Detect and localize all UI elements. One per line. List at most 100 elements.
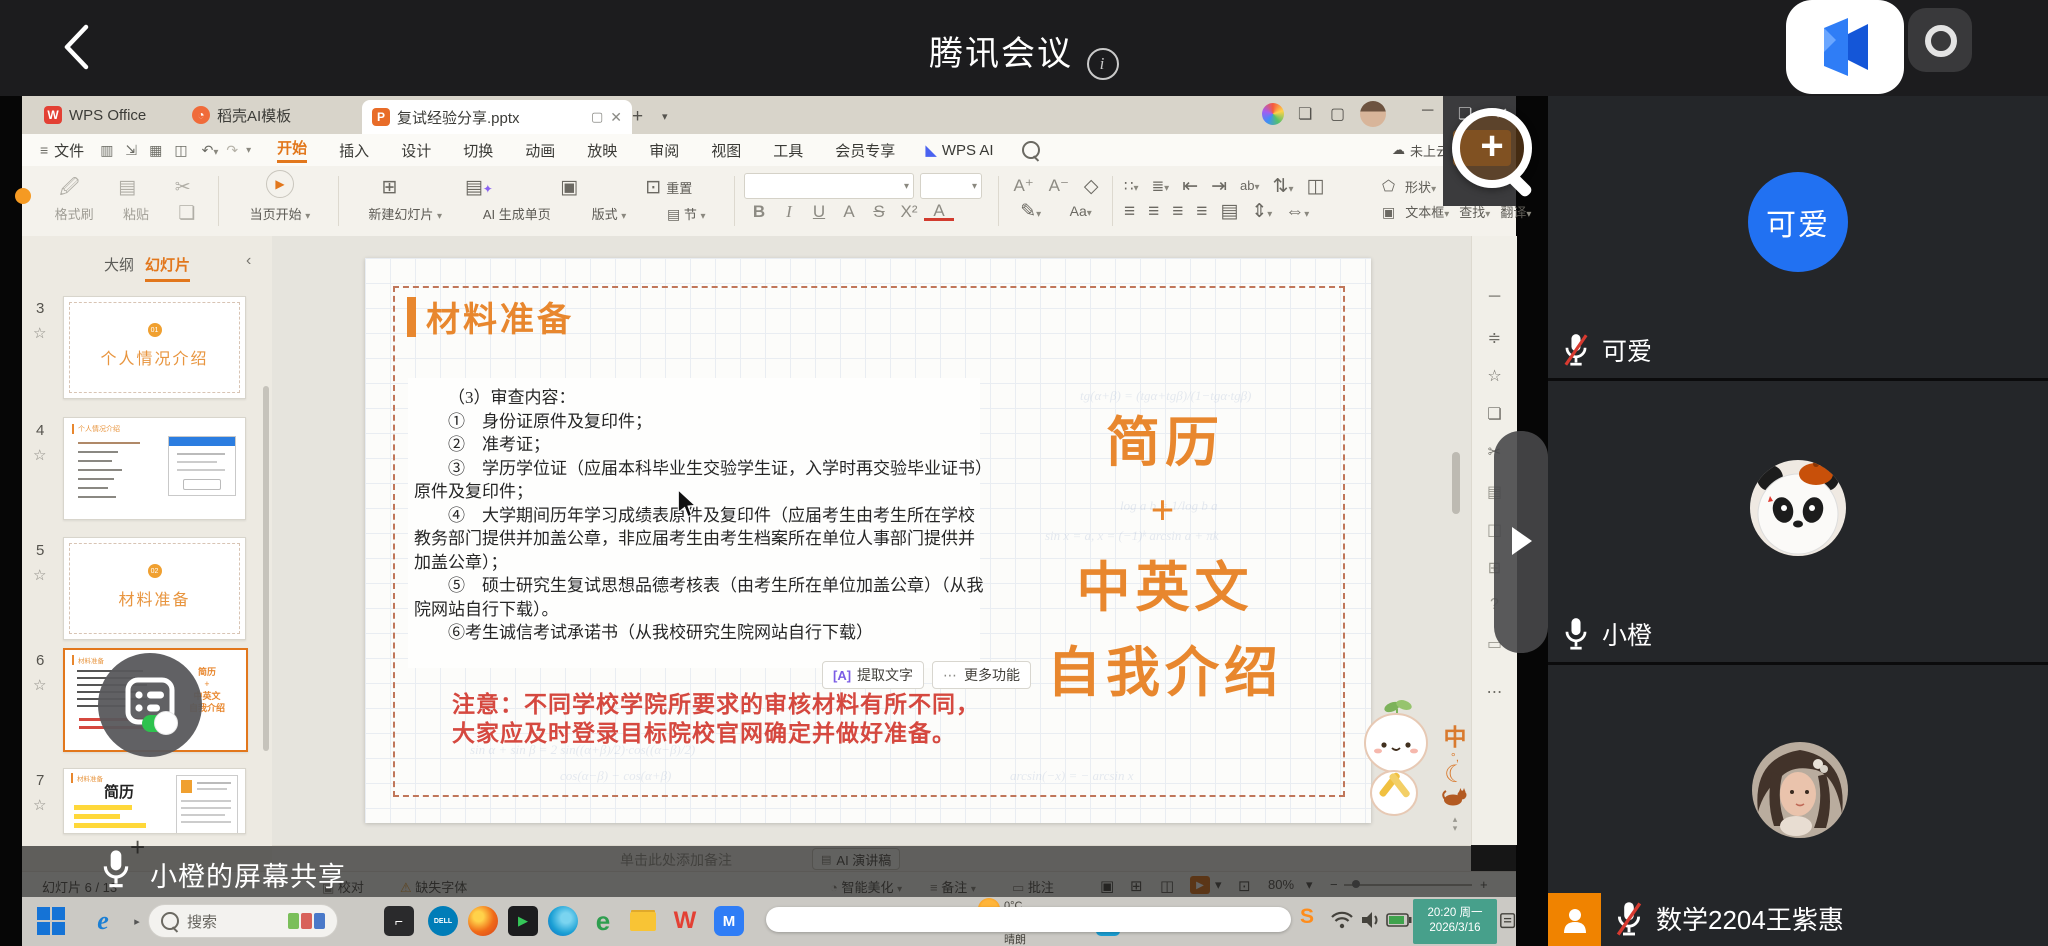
tab-slides[interactable]: 幻灯片 (145, 254, 190, 282)
superscript-button[interactable]: X² (894, 202, 924, 222)
align-left-icon[interactable]: ≡ (1124, 202, 1135, 221)
columns-icon[interactable]: ◫ (1306, 177, 1324, 196)
cut-icon[interactable]: ✂ (175, 178, 191, 197)
video-app-icon[interactable]: ▶ (508, 906, 538, 936)
minimize-icon[interactable]: ─ (1422, 102, 1433, 120)
outdent-icon[interactable]: ⇤ (1182, 177, 1198, 196)
tab-outline[interactable]: 大纲 (104, 254, 134, 275)
app-icon-l[interactable]: ⌐ (384, 906, 414, 936)
thumb-star-icon[interactable]: ☆ (33, 676, 46, 694)
font-decrease-button[interactable]: A⁻ (1049, 176, 1069, 196)
highlight-icon[interactable]: ✎▾ (1020, 202, 1041, 221)
adjust-icon[interactable]: ≑ (1472, 328, 1517, 348)
indent-icon[interactable]: ⇥ (1211, 177, 1227, 196)
explorer-icon[interactable] (628, 906, 658, 936)
menu-animation[interactable]: 动画 (525, 140, 555, 161)
section-label[interactable]: ▤ 节 ▾ (667, 204, 706, 223)
star-icon[interactable]: ☆ (1472, 366, 1517, 386)
wps-taskbar-icon[interactable]: W (670, 906, 700, 936)
para-spacing-icon[interactable]: ⇔▾ (1285, 202, 1309, 221)
panel-expand-handle[interactable] (1494, 431, 1548, 653)
participant-avatar-xiaocheng[interactable] (1750, 460, 1846, 556)
layout-icon[interactable]: ▣ (560, 178, 578, 197)
battery-icon[interactable] (1386, 912, 1412, 928)
clear-format-icon[interactable]: ◇ (1084, 177, 1099, 196)
thumbnail-slide-5[interactable]: 02 材料准备 (63, 537, 246, 640)
meeting-control-pill[interactable] (766, 907, 1291, 932)
cloud-status[interactable]: ☁未上云 (1392, 141, 1449, 160)
play-current-group[interactable]: ▶ 当页开始 ▾ (228, 170, 332, 232)
more-functions-button[interactable]: ⋯ 更多功能 (932, 661, 1031, 689)
reset-icon[interactable]: ⊡ (645, 178, 661, 197)
present-icon[interactable]: ▢ (591, 109, 603, 125)
menu-design[interactable]: 设计 (401, 140, 431, 161)
font-size-select[interactable]: ▾ (920, 173, 982, 199)
export-icon[interactable]: ⇲ (125, 142, 137, 159)
thumbnail-slide-7[interactable]: 材料准备 简历 (63, 768, 246, 834)
cube-icon[interactable]: ▢ (1330, 104, 1345, 124)
thumb-star-icon[interactable]: ☆ (33, 446, 46, 464)
start-button[interactable] (36, 906, 66, 936)
ai-generate-label[interactable]: AI 生成单页 (483, 204, 551, 223)
share-float-control[interactable] (98, 653, 202, 757)
justify-icon[interactable]: ≡ (1196, 202, 1207, 221)
panel-scrollbar[interactable] (263, 386, 269, 751)
search-icon[interactable] (1022, 141, 1040, 159)
save-icon[interactable]: ▥ (100, 142, 113, 159)
dell-icon[interactable]: DELL (428, 906, 458, 936)
slide-scrollbar[interactable] (1452, 452, 1460, 514)
layout-label[interactable]: 版式 ▾ (592, 204, 627, 223)
font-increase-button[interactable]: A⁺ (1013, 176, 1033, 196)
line-spacing-icon[interactable]: ⇕▾ (1251, 202, 1272, 221)
taskbar-clock[interactable]: 20:20 周一 2026/3/16 (1413, 899, 1497, 944)
slide-note-text[interactable]: 注意：不同学校学院所要求的审核材料有所不同， 大家应及时登录目标院校官网确定并做… (452, 690, 980, 748)
align-right-icon[interactable]: ≡ (1172, 202, 1183, 221)
numbered-list-icon[interactable]: ≣▾ (1152, 179, 1170, 194)
search-news-images[interactable] (288, 913, 325, 929)
menu-insert[interactable]: 插入 (339, 140, 369, 161)
meeting-taskbar-icon[interactable]: M (714, 906, 744, 936)
redo-icon[interactable]: ↷ (226, 142, 238, 159)
history-caret-icon[interactable]: ▾ (246, 145, 251, 156)
more-tools-icon[interactable]: ⋯ (1472, 682, 1517, 702)
firefox-icon[interactable] (468, 906, 498, 936)
record-button[interactable] (1908, 8, 1972, 72)
underline-button[interactable]: U (804, 202, 834, 222)
new-slide-label[interactable]: 新建幻灯片 ▾ (368, 204, 442, 223)
char-border-button[interactable]: A (834, 202, 864, 222)
bullet-list-icon[interactable]: ∷▾ (1124, 179, 1139, 194)
wifi-icon[interactable] (1330, 910, 1354, 930)
new-slide-icon[interactable]: ⊞ (382, 178, 398, 197)
font-color-button[interactable]: A (924, 203, 954, 221)
extract-text-button[interactable]: [A] 提取文字 (822, 661, 924, 689)
eclipse-icon[interactable]: e (588, 906, 618, 936)
vertical-text-icon[interactable]: ⇅▾ (1273, 177, 1294, 196)
taskbar-search[interactable]: 搜索 (148, 904, 338, 938)
menu-view[interactable]: 视图 (711, 140, 741, 161)
ie-icon[interactable]: e (88, 906, 118, 936)
align-center-icon[interactable]: ≡ (1148, 202, 1159, 221)
new-tab-icon[interactable]: + (632, 106, 643, 128)
tab-list-icon[interactable]: ▾ (662, 110, 668, 123)
ai-assistant-icon[interactable] (1262, 103, 1284, 125)
format-painter-icon[interactable]: 🖉 (59, 178, 79, 197)
shapes-label[interactable]: 形状▾ (1405, 177, 1436, 196)
thumb-star-icon[interactable]: ☆ (33, 324, 46, 342)
textbox-icon[interactable]: ▣ (1382, 205, 1395, 219)
italic-button[interactable]: I (774, 202, 804, 222)
ai-generate-icon[interactable]: ▤✦ (465, 178, 493, 197)
notification-icon[interactable] (1500, 910, 1516, 932)
close-tab-icon[interactable]: ✕ (610, 109, 622, 126)
menu-tools[interactable]: 工具 (773, 140, 803, 161)
tab-docer-ai[interactable]: ◔ 稻壳AI模板 (182, 100, 301, 130)
menu-slideshow[interactable]: 放映 (587, 140, 617, 161)
distribute-icon[interactable]: ▤ (1220, 202, 1238, 221)
windows-stack-icon[interactable]: ❏ (1298, 104, 1312, 124)
collapse-panel-icon[interactable]: ‹ (246, 252, 251, 270)
copy-icon[interactable]: ❏ (178, 204, 195, 223)
participant-avatar-keai[interactable]: 可爱 (1748, 172, 1848, 272)
user-avatar[interactable] (1360, 101, 1386, 127)
print-icon[interactable]: ▦ (149, 142, 162, 159)
undo-icon[interactable]: ↶▾ (202, 142, 219, 159)
reset-label[interactable]: 重置 (666, 178, 692, 197)
